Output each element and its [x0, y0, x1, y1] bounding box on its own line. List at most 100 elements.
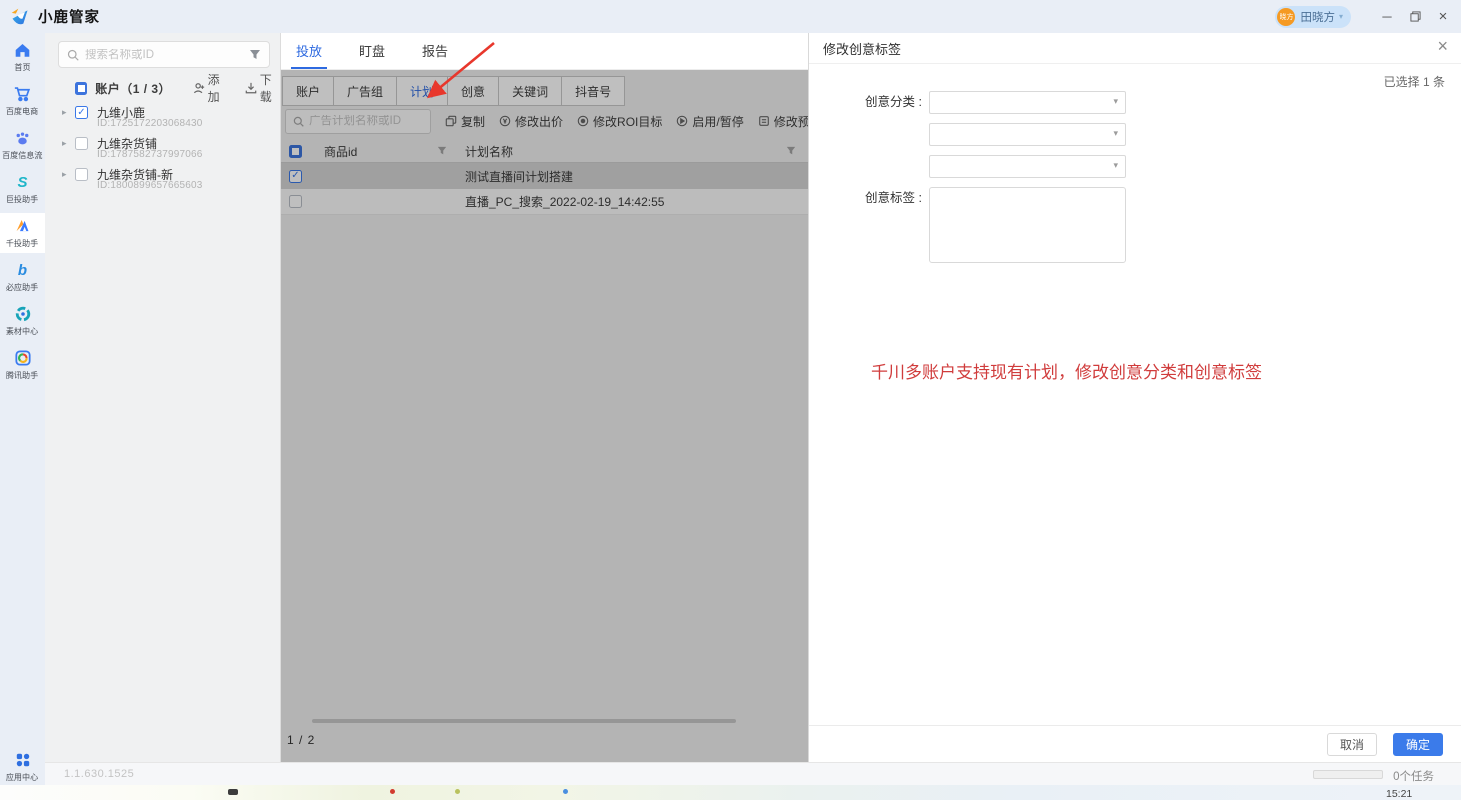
user-name: 田晓方 — [1300, 9, 1335, 25]
account-item[interactable]: ▸ 九维小鹿 ID:1725172203068430 — [45, 103, 281, 134]
copy-label: 复制 — [461, 113, 485, 130]
selected-count-label: 已选择 1 条 — [1384, 73, 1445, 90]
creative-category-select-1[interactable]: ▾ — [929, 91, 1126, 114]
window-minimize-button[interactable]: ─ — [1373, 0, 1401, 33]
tab-plan[interactable]: 计划 — [396, 76, 448, 106]
main-tab-bar: 投放 盯盘 报告 — [281, 33, 808, 70]
creative-tag-textarea[interactable] — [929, 187, 1126, 263]
status-bar: 1.1.630.1525 0个任务 — [45, 762, 1461, 785]
sidebar-item-home[interactable]: 首页 — [0, 37, 45, 77]
sidebar-item-baidu-ecommerce[interactable]: 百度电商 — [0, 81, 45, 121]
tab-report[interactable]: 报告 — [417, 41, 453, 69]
account-checkbox[interactable] — [75, 168, 88, 181]
window-restore-button[interactable] — [1401, 0, 1429, 33]
account-checkbox[interactable] — [75, 106, 88, 119]
tab-delivery[interactable]: 投放 — [291, 41, 327, 69]
tab-ad-group[interactable]: 广告组 — [333, 76, 397, 106]
modify-roi-button[interactable]: 修改ROI目标 — [577, 113, 662, 130]
home-icon — [14, 41, 31, 59]
row-checkbox[interactable] — [289, 170, 302, 183]
modify-budget-label: 修改预算 — [774, 113, 808, 130]
creative-category-select-2[interactable]: ▾ — [929, 123, 1126, 146]
tab-keyword[interactable]: 关键词 — [498, 76, 562, 106]
creative-category-label: 创意分类 : — [809, 91, 929, 114]
user-menu[interactable]: 晓方 田晓方 ▾ — [1275, 6, 1351, 28]
copy-button[interactable]: 复制 — [445, 113, 485, 130]
sidebar-item-label: 巨投助手 — [6, 193, 38, 204]
column-header-plan-name[interactable]: 计划名称 — [455, 143, 808, 160]
accounts-select-all-checkbox[interactable] — [75, 82, 87, 95]
sidebar-item-baidu-feed[interactable]: 百度信息流 — [0, 125, 45, 165]
confirm-button[interactable]: 确定 — [1393, 733, 1443, 756]
account-checkbox[interactable] — [75, 137, 88, 150]
enable-pause-button[interactable]: 启用/暂停 — [676, 113, 743, 130]
plan-search-input[interactable] — [309, 115, 423, 127]
sidebar-item-label: 素材中心 — [6, 325, 38, 336]
plan-toolbar: 复制 修改出价 修改ROI目标 启用/暂停 — [285, 108, 808, 134]
pagination: 1 / 2 — [287, 733, 315, 747]
play-pause-icon — [676, 115, 688, 127]
column-header-product-id[interactable]: 商品id — [310, 143, 455, 160]
filter-funnel-icon[interactable] — [437, 146, 447, 156]
tab-creative[interactable]: 创意 — [447, 76, 499, 106]
plan-search-box — [285, 109, 431, 134]
expand-caret-icon[interactable]: ▸ — [62, 138, 67, 149]
scrollbar-thumb[interactable] — [312, 719, 736, 723]
drawer-footer: 取消 确定 — [809, 725, 1461, 762]
restore-icon — [1410, 11, 1421, 22]
tab-monitor[interactable]: 盯盘 — [354, 41, 390, 69]
modify-bid-button[interactable]: 修改出价 — [499, 113, 563, 130]
close-icon[interactable]: × — [1437, 36, 1448, 57]
drawer-header: 修改创意标签 × — [809, 33, 1461, 64]
filter-funnel-icon[interactable] — [786, 146, 796, 156]
table-row[interactable]: 测试直播间计划搭建 — [281, 163, 808, 189]
sidebar-item-label: 百度电商 — [6, 105, 38, 116]
paw-icon — [14, 129, 31, 147]
accounts-panel: 账户（1 / 3） 添加 下载 ▸ 九维小鹿 ID:17251722030684… — [45, 33, 281, 762]
expand-caret-icon[interactable]: ▸ — [62, 107, 67, 118]
product-id-header-label: 商品id — [324, 145, 357, 159]
qiantou-icon — [14, 217, 31, 235]
add-account-button[interactable]: 添加 — [193, 71, 229, 105]
account-item[interactable]: ▸ 九维杂货铺-新 ID:1800899657665603 — [45, 165, 281, 196]
add-account-label: 添加 — [208, 71, 229, 105]
drawer-note: 千川多账户支持现有计划，修改创意分类和创意标签 — [871, 358, 1262, 383]
tab-douyin[interactable]: 抖音号 — [561, 76, 625, 106]
chevron-down-icon: ▾ — [1339, 12, 1343, 21]
account-id: ID:1800899657665603 — [97, 180, 203, 191]
modify-budget-button[interactable]: 修改预算 — [758, 113, 808, 130]
row-checkbox[interactable] — [289, 195, 302, 208]
creative-category-select-3[interactable]: ▾ — [929, 155, 1126, 178]
shopping-cart-icon — [14, 85, 31, 103]
plan-name-cell: 测试直播间计划搭建 — [455, 168, 808, 185]
horizontal-scrollbar[interactable] — [281, 718, 808, 724]
sidebar-item-label: 首页 — [14, 61, 30, 72]
modify-roi-label: 修改ROI目标 — [593, 113, 662, 130]
tab-account[interactable]: 账户 — [282, 76, 334, 106]
table-select-all-checkbox[interactable] — [289, 145, 302, 158]
account-search-input[interactable] — [85, 49, 243, 61]
creative-tag-form: 创意分类 : ▾ ▾ ▾ 创意标签 : — [809, 91, 1126, 272]
table-row[interactable]: 直播_PC_搜索_2022-02-19_14:42:55 — [281, 189, 808, 215]
account-item[interactable]: ▸ 九维杂货铺 ID:1787582737997066 — [45, 134, 281, 165]
filter-icon[interactable] — [249, 49, 261, 61]
material-center-icon — [15, 305, 31, 323]
expand-caret-icon[interactable]: ▸ — [62, 169, 67, 180]
sidebar-item-bing[interactable]: b 必应助手 — [0, 257, 45, 297]
accounts-header: 账户（1 / 3） 添加 下载 — [45, 76, 281, 100]
taskbar-icon — [563, 789, 568, 794]
cancel-button[interactable]: 取消 — [1327, 733, 1377, 756]
os-taskbar-sliver: 15:21 — [0, 785, 1461, 800]
sidebar-item-app-center[interactable]: 应用中心 — [0, 748, 45, 785]
download-button[interactable]: 下载 — [245, 71, 281, 105]
sidebar-item-qiantou[interactable]: 千投助手 — [0, 213, 45, 253]
sidebar-item-tencent[interactable]: 腾讯助手 — [0, 345, 45, 385]
sidebar-item-material-center[interactable]: 素材中心 — [0, 301, 45, 341]
window-close-button[interactable]: × — [1429, 0, 1457, 33]
bing-icon: b — [18, 261, 27, 279]
sidebar-item-jutou[interactable]: S 巨投助手 — [0, 169, 45, 209]
plan-name-header-label: 计划名称 — [465, 145, 513, 159]
budget-icon — [758, 115, 770, 127]
person-add-icon — [193, 82, 205, 94]
task-count-label[interactable]: 0个任务 — [1393, 768, 1434, 784]
